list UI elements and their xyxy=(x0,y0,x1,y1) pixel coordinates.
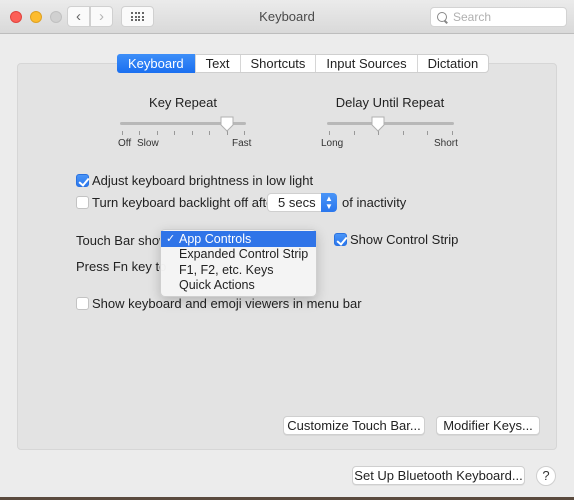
slider-tick xyxy=(122,131,123,135)
show-control-strip-checkbox[interactable] xyxy=(334,233,347,246)
menu-item-expanded-control-strip[interactable]: Expanded Control Strip xyxy=(161,247,316,263)
key-repeat-thumb[interactable] xyxy=(220,116,234,132)
search-placeholder: Search xyxy=(453,10,492,24)
slider-tick xyxy=(156,131,158,135)
delay-until-repeat-slider[interactable] xyxy=(327,122,454,125)
backlight-timeout-select[interactable]: 5 secs ▲ ▼ xyxy=(267,193,337,212)
backlight-off-checkbox[interactable] xyxy=(76,196,89,209)
press-fn-label: Press Fn key to xyxy=(76,259,167,274)
menu-item-app-controls[interactable]: ✓ App Controls xyxy=(161,231,316,247)
menu-item-quick-actions[interactable]: Quick Actions xyxy=(161,278,316,294)
show-viewers-label: Show keyboard and emoji viewers in menu … xyxy=(92,296,362,311)
key-repeat-label: Key Repeat xyxy=(149,95,217,110)
show-control-strip-label: Show Control Strip xyxy=(350,232,459,247)
setup-bluetooth-keyboard-button[interactable]: Set Up Bluetooth Keyboard... xyxy=(352,466,525,485)
stepper-arrows-icon: ▲ ▼ xyxy=(321,193,337,212)
delay-until-repeat-label: Delay Until Repeat xyxy=(335,95,445,110)
slider-tick xyxy=(402,131,404,135)
slider-tick xyxy=(427,131,429,135)
modifier-keys-button[interactable]: Modifier Keys... xyxy=(436,416,540,435)
backlight-off-suffix: of inactivity xyxy=(342,195,407,210)
adjust-brightness-label: Adjust keyboard brightness in low light xyxy=(92,173,314,188)
tab-shortcuts[interactable]: Shortcuts xyxy=(239,55,316,72)
slider-tick xyxy=(139,131,141,135)
menu-item-function-keys[interactable]: F1, F2, etc. Keys xyxy=(161,263,316,279)
checkmark-icon: ✓ xyxy=(166,233,176,245)
touch-bar-menu: ✓ App Controls Expanded Control Strip F1… xyxy=(160,229,317,297)
tab-keyboard[interactable]: Keyboard xyxy=(117,54,195,73)
slider-tick xyxy=(244,131,245,135)
slider-tick xyxy=(174,131,176,135)
slider-tick xyxy=(191,131,193,135)
search-icon xyxy=(437,12,447,22)
key-repeat-slow-label: Slow xyxy=(137,138,159,149)
tab-input-sources[interactable]: Input Sources xyxy=(315,55,416,72)
help-button[interactable]: ? xyxy=(536,466,556,486)
delay-long-label: Long xyxy=(321,138,344,149)
slider-tick xyxy=(209,131,211,135)
adjust-brightness-checkbox[interactable] xyxy=(76,174,89,187)
customize-touch-bar-button[interactable]: Customize Touch Bar... xyxy=(283,416,425,435)
slider-tick xyxy=(353,131,355,135)
backlight-off-label: Turn keyboard backlight off after xyxy=(92,195,278,210)
search-field[interactable]: Search xyxy=(430,7,567,27)
delay-until-repeat-thumb[interactable] xyxy=(371,116,385,132)
tab-text[interactable]: Text xyxy=(194,55,240,72)
tab-bar: Keyboard Text Shortcuts Input Sources Di… xyxy=(117,54,490,73)
slider-tick xyxy=(452,131,453,135)
slider-tick xyxy=(329,131,330,135)
show-viewers-checkbox[interactable] xyxy=(76,297,89,310)
tab-dictation[interactable]: Dictation xyxy=(416,55,489,72)
delay-short-label: Short xyxy=(434,138,458,149)
backlight-timeout-value: 5 secs xyxy=(278,195,316,210)
key-repeat-off-label: Off xyxy=(118,138,132,149)
title-bar: ‹ › Keyboard Search xyxy=(0,0,574,34)
key-repeat-fast-label: Fast xyxy=(232,138,252,149)
